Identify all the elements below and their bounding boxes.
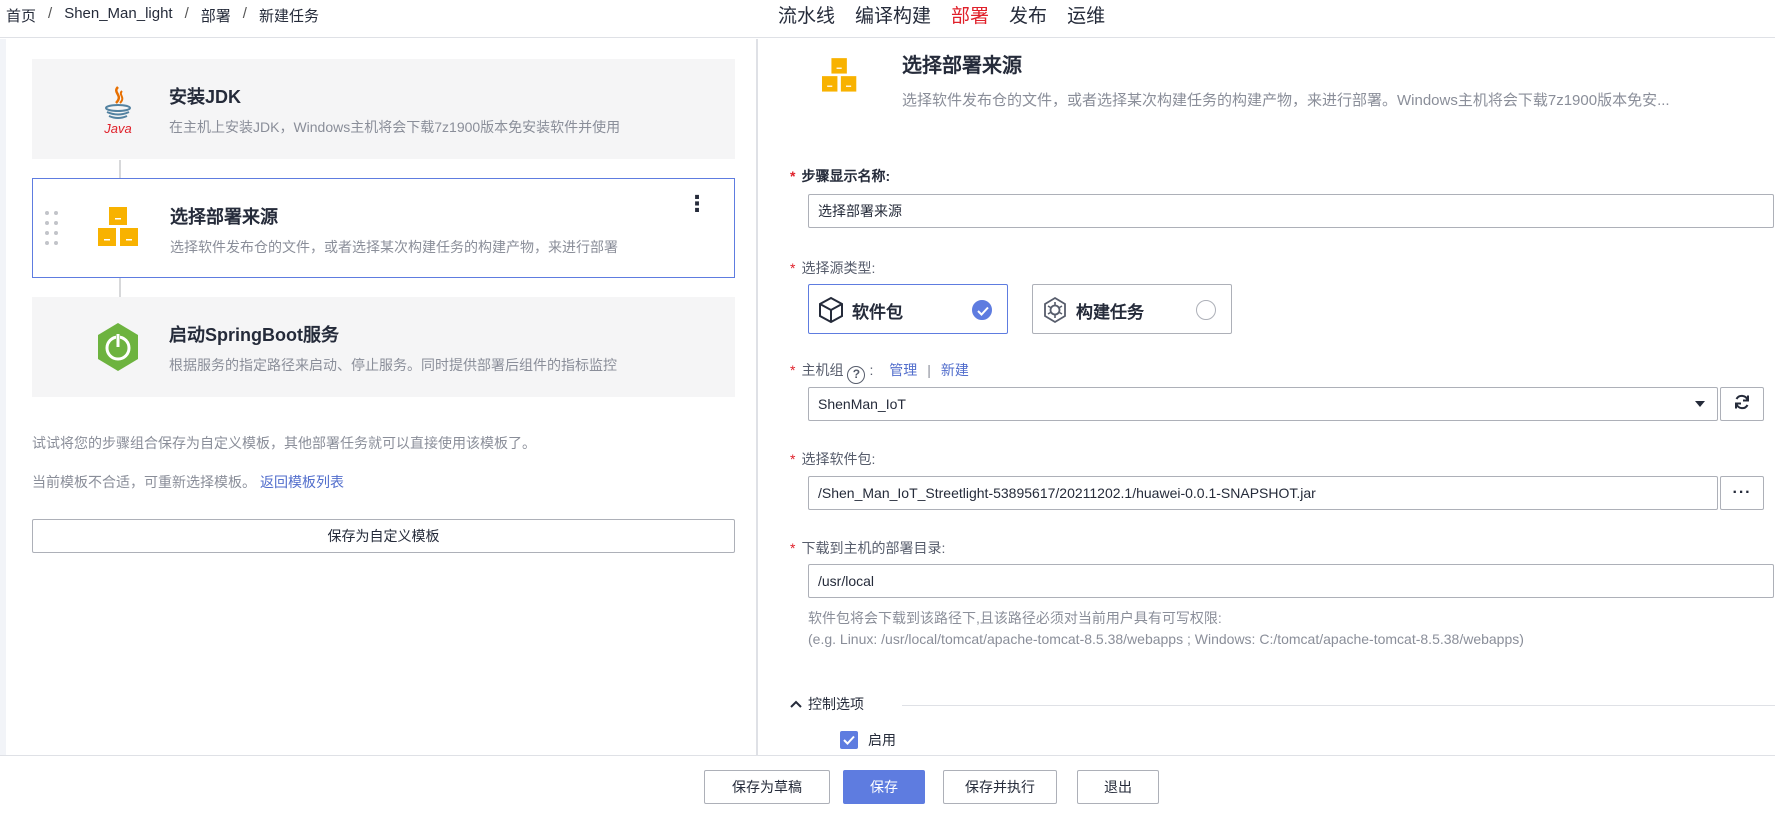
checkbox-checked-icon (840, 731, 858, 749)
chevron-up-icon (790, 700, 802, 708)
step-card-install-jdk[interactable]: Java 安装JDK 在主机上安装JDK，Windows主机将会下载7z1900… (32, 59, 735, 159)
save-button[interactable]: 保存 (843, 770, 925, 804)
breadcrumb-separator: / (242, 5, 247, 22)
radio-empty-icon (1196, 300, 1216, 320)
nav-deploy[interactable]: 部署 (951, 1, 989, 28)
step-desc: 选择软件发布仓的文件，或者选择某次构建任务的构建产物，来进行部署 (170, 239, 618, 255)
host-group-row: * 主机组?: 管理 | 新建 (790, 360, 969, 384)
refresh-button[interactable] (1720, 387, 1764, 421)
reselect-tip: 当前模板不合适，可重新选择模板。 返回模板列表 (32, 472, 344, 492)
control-options-toggle[interactable]: 控制选项 (790, 694, 1775, 718)
control-options-label: 控制选项 (808, 696, 864, 712)
step-connector (119, 278, 121, 298)
breadcrumb-current: 新建任务 (258, 8, 319, 25)
step-desc: 根据服务的指定路径来启动、停止服务。同时提供部署后组件的指标监控 (169, 357, 617, 373)
drag-handle-icon[interactable] (45, 211, 61, 247)
save-as-template-button[interactable]: 保存为自定义模板 (32, 519, 735, 553)
step-title: 安装JDK (169, 87, 242, 107)
help-icon[interactable]: ? (847, 366, 866, 384)
divider (902, 705, 1775, 706)
build-gear-icon (1041, 296, 1069, 324)
enable-label: 启用 (868, 732, 896, 748)
nav-release[interactable]: 发布 (1009, 1, 1047, 28)
service-nav: 流水线 编译构建 部署 发布 运维 (778, 1, 1105, 28)
option-label: 构建任务 (1076, 303, 1144, 322)
springboot-power-icon (90, 319, 146, 375)
option-label: 软件包 (852, 303, 903, 322)
breadcrumb-project[interactable]: Shen_Man_light (64, 5, 172, 26)
check-circle-icon (972, 300, 992, 320)
step-title: 选择部署来源 (170, 207, 278, 227)
back-to-template-list-link[interactable]: 返回模板列表 (260, 474, 344, 490)
deploy-dir-hint: 软件包将会下载到该路径下,且该路径必须对当前用户具有可写权限: (808, 610, 1222, 626)
save-and-run-button[interactable]: 保存并执行 (943, 770, 1057, 804)
breadcrumb-home[interactable]: 首页 (6, 5, 36, 26)
nav-pipeline[interactable]: 流水线 (778, 1, 835, 28)
deploy-dir-label: * 下载到主机的部署目录: (790, 540, 946, 556)
footer-action-bar: 保存为草稿 保存 保存并执行 退出 (0, 755, 1775, 814)
source-type-label: * 选择源类型: (790, 260, 876, 276)
exit-button[interactable]: 退出 (1077, 770, 1159, 804)
package-path-input[interactable]: /Shen_Man_IoT_Streetlight-53895617/20211… (808, 476, 1718, 510)
step-card-select-source[interactable]: 选择部署来源 选择软件发布仓的文件，或者选择某次构建任务的构建产物，来进行部署 … (32, 178, 735, 278)
nav-build[interactable]: 编译构建 (855, 1, 931, 28)
boxes-icon (91, 201, 147, 257)
refresh-icon (1735, 394, 1749, 410)
step-card-springboot[interactable]: 启动SpringBoot服务 根据服务的指定路径来启动、停止服务。同时提供部署后… (32, 297, 735, 397)
host-group-select[interactable]: ShenMan_IoT (808, 387, 1718, 421)
top-bar: 首页 / Shen_Man_light / 部署 / 新建任务 流水线 编译构建… (0, 0, 1775, 38)
source-type-build-task-option[interactable]: 构建任务 (1032, 284, 1232, 334)
manage-link[interactable]: 管理 (889, 362, 917, 378)
step-desc: 在主机上安装JDK，Windows主机将会下载7z1900版本免安装软件并使用 (169, 119, 621, 135)
step-list-panel: Java 安装JDK 在主机上安装JDK，Windows主机将会下载7z1900… (6, 39, 758, 755)
more-vertical-icon[interactable]: ⋮ (686, 193, 708, 215)
save-draft-button[interactable]: 保存为草稿 (704, 770, 830, 804)
breadcrumb: 首页 / Shen_Man_light / 部署 / 新建任务 (6, 5, 319, 26)
chevron-down-icon (1695, 401, 1705, 407)
control-options-header: 控制选项 (790, 694, 864, 714)
step-connector (119, 160, 121, 180)
step-name-input[interactable]: 选择部署来源 (808, 194, 1774, 228)
deploy-dir-example: (e.g. Linux: /usr/local/tomcat/apache-to… (808, 631, 1524, 647)
deploy-dir-input[interactable]: /usr/local (808, 564, 1774, 598)
nav-ops[interactable]: 运维 (1067, 1, 1105, 28)
cube-icon (817, 296, 845, 324)
template-tip: 试试将您的步骤组合保存为自定义模板，其他部署任务就可以直接使用该模板了。 (32, 435, 536, 451)
breadcrumb-deploy[interactable]: 部署 (201, 5, 231, 26)
host-group-value: ShenMan_IoT (818, 396, 906, 412)
boxes-icon (816, 53, 864, 101)
breadcrumb-separator: / (48, 5, 53, 22)
step-title: 启动SpringBoot服务 (169, 325, 339, 345)
step-name-label: * 步骤显示名称: (790, 168, 891, 184)
enable-checkbox[interactable]: 启用 (840, 730, 896, 750)
host-group-label: 主机组 (801, 362, 844, 378)
package-label: * 选择软件包: (790, 451, 876, 467)
breadcrumb-separator: / (184, 5, 189, 22)
source-type-package-option[interactable]: 软件包 (808, 284, 1008, 334)
step-detail-panel: 选择部署来源 选择软件发布仓的文件，或者选择某次构建任务的构建产物，来进行部署。… (760, 39, 1775, 755)
detail-title: 选择部署来源 (902, 55, 1022, 77)
detail-desc: 选择软件发布仓的文件，或者选择某次构建任务的构建产物，来进行部署。Windows… (902, 92, 1670, 109)
new-host-group-link[interactable]: 新建 (941, 362, 969, 378)
browse-package-button[interactable]: ··· (1720, 476, 1764, 510)
reselect-tip-text: 当前模板不合适，可重新选择模板。 (32, 474, 256, 490)
java-icon: Java (90, 81, 146, 137)
svg-text:Java: Java (103, 121, 131, 136)
